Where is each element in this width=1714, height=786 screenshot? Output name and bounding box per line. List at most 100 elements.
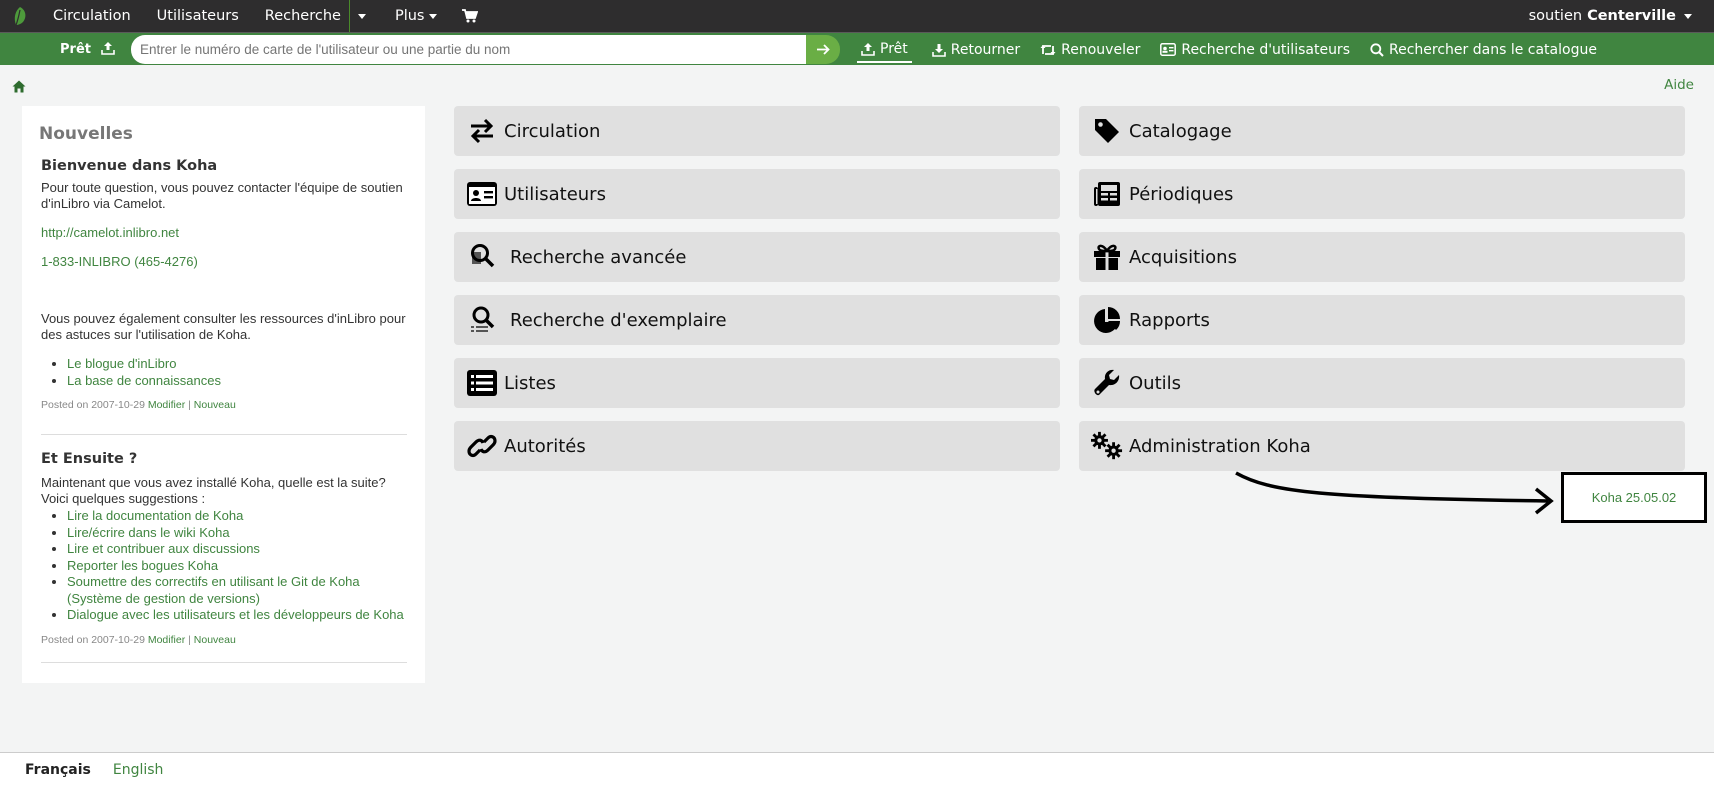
list-icon (466, 367, 498, 399)
language-english[interactable]: English (113, 762, 164, 778)
list-item: Lire/écrire dans le wiki Koha (67, 525, 407, 542)
arrow-right-icon (816, 44, 830, 55)
module-recherche-exemplaire[interactable]: Recherche d'exemplaire (454, 295, 1060, 345)
news-item-text: Vous pouvez également consulter les ress… (41, 311, 406, 342)
news-separator (41, 662, 407, 663)
module-label: Catalogage (1129, 120, 1232, 142)
quick-link-retourner[interactable]: Retourner (931, 37, 1020, 63)
user-menu[interactable]: soutien Centerville (1529, 0, 1692, 32)
knowledge-base-link[interactable]: La base de connaissances (67, 373, 221, 388)
module-circulation[interactable]: Circulation (454, 106, 1060, 156)
module-label: Outils (1129, 372, 1182, 394)
module-label: Recherche d'exemplaire (510, 309, 727, 331)
inlibro-blog-link[interactable]: Le blogue d'inLibro (67, 356, 176, 371)
news-separator (41, 434, 407, 435)
tag-icon (1091, 115, 1123, 147)
list-item: Dialogue avec les utilisateurs et les dé… (67, 607, 407, 624)
git-link[interactable]: Soumettre des correctifs en utilisant le… (67, 574, 360, 606)
newspaper-icon (1091, 178, 1123, 210)
koha-version-box: Koha 25.05.02 (1561, 472, 1707, 523)
circulation-search-bar: Prêt Prêt Retourner Renouveler Recherche… (0, 32, 1714, 65)
upload-icon (101, 41, 115, 59)
posted-line: Posted on 2007-10-29 Modifier | Nouveau (41, 633, 236, 646)
news-item-title: Et Ensuite ? (41, 451, 138, 467)
chevron-down-icon (429, 13, 438, 19)
home-icon[interactable] (12, 78, 26, 97)
module-periodiques[interactable]: Périodiques (1079, 169, 1685, 219)
nav-circulation[interactable]: Circulation (40, 0, 144, 32)
module-utilisateurs[interactable]: Utilisateurs (454, 169, 1060, 219)
module-autorites[interactable]: Autorités (454, 421, 1060, 471)
id-card-icon (466, 178, 498, 210)
search-list-icon (466, 304, 498, 336)
doc-link[interactable]: Lire la documentation de Koha (67, 508, 243, 523)
upload-icon (861, 42, 875, 56)
posted-line: Posted on 2007-10-29 Modifier | Nouveau (41, 399, 236, 411)
nav-utilisateurs[interactable]: Utilisateurs (144, 0, 252, 32)
patron-search-input[interactable] (131, 35, 809, 64)
module-label: Listes (504, 372, 556, 394)
module-listes[interactable]: Listes (454, 358, 1060, 408)
quick-link-recherche-catalogue-label: Rechercher dans le catalogue (1389, 41, 1597, 58)
list-item: Soumettre des correctifs en utilisant le… (67, 574, 407, 607)
news-item-text: Pour toute question, vous pouvez contact… (41, 180, 403, 211)
news-panel: Nouvelles Bienvenue dans Koha Pour toute… (22, 106, 425, 683)
module-recherche-avancee[interactable]: Recherche avancée (454, 232, 1060, 282)
module-administration[interactable]: Administration Koha (1079, 421, 1685, 471)
phone-link[interactable]: 1-833-INLIBRO (465-4276) (41, 254, 198, 269)
gears-icon (1091, 430, 1123, 462)
discussions-link[interactable]: Lire et contribuer aux discussions (67, 541, 260, 556)
search-submit-button[interactable] (806, 35, 840, 64)
news-item-welcome: Bienvenue dans Koha Pour toute question,… (41, 158, 407, 411)
module-label: Acquisitions (1129, 246, 1237, 268)
language-francais[interactable]: Français (25, 762, 91, 778)
posted-date: Posted on 2007-10-29 (41, 399, 145, 411)
new-link[interactable]: Nouveau (194, 399, 236, 411)
module-label: Circulation (504, 120, 601, 142)
wiki-link[interactable]: Lire/écrire dans le wiki Koha (67, 525, 230, 540)
koha-logo-icon[interactable] (0, 0, 40, 32)
quick-links: Prêt Retourner Renouveler Recherche d'ut… (857, 33, 1617, 66)
search-book-icon (466, 241, 498, 273)
nav-plus[interactable]: Plus (382, 0, 451, 32)
koha-version[interactable]: Koha 25.05.02 (1592, 490, 1677, 505)
module-acquisitions[interactable]: Acquisitions (1079, 232, 1685, 282)
list-item: Reporter les bogues Koha (67, 558, 407, 575)
news-item-text: Maintenant que vous avez installé Koha, … (41, 475, 386, 506)
module-rapports[interactable]: Rapports (1079, 295, 1685, 345)
nav-recherche-dropdown[interactable] (350, 0, 374, 32)
help-link[interactable]: Aide (1664, 77, 1694, 93)
link-icon (466, 430, 498, 462)
camelot-link[interactable]: http://camelot.inlibro.net (41, 225, 179, 240)
module-label: Utilisateurs (504, 183, 606, 205)
edit-link[interactable]: Modifier (148, 399, 185, 411)
exchange-icon (466, 115, 498, 147)
module-label: Autorités (504, 435, 586, 457)
module-catalogage[interactable]: Catalogage (1079, 106, 1685, 156)
quick-link-recherche-utilisateurs[interactable]: Recherche d'utilisateurs (1160, 37, 1350, 63)
top-navigation: Circulation Utilisateurs Recherche Plus … (0, 0, 1714, 32)
list-item: Lire et contribuer aux discussions (67, 541, 407, 558)
wrench-icon (1091, 367, 1123, 399)
news-heading: Nouvelles (39, 124, 133, 144)
list-item: Lire la documentation de Koha (67, 508, 407, 525)
dialogue-link[interactable]: Dialogue avec les utilisateurs et les dé… (67, 607, 404, 622)
bugs-link[interactable]: Reporter les bogues Koha (67, 558, 218, 573)
module-outils[interactable]: Outils (1079, 358, 1685, 408)
module-label: Administration Koha (1129, 435, 1311, 457)
news-item-next-steps: Et Ensuite ? Maintenant que vous avez in… (41, 451, 407, 646)
edit-link[interactable]: Modifier (148, 634, 185, 646)
list-item: La base de connaissances (67, 373, 407, 390)
language-footer: Français English (0, 752, 1714, 786)
quick-link-pret[interactable]: Prêt (857, 37, 912, 63)
search-mode-pret[interactable]: Prêt (60, 38, 115, 61)
new-link[interactable]: Nouveau (194, 634, 236, 646)
module-label: Rapports (1129, 309, 1210, 331)
quick-link-renouveler[interactable]: Renouveler (1040, 37, 1140, 63)
quick-link-recherche-catalogue[interactable]: Rechercher dans le catalogue (1370, 37, 1597, 63)
nav-recherche[interactable]: Recherche (252, 0, 349, 32)
id-card-icon (1160, 43, 1177, 56)
cart-icon[interactable] (450, 0, 490, 32)
gift-icon (1091, 241, 1123, 273)
posted-date: Posted on 2007-10-29 (41, 633, 145, 646)
